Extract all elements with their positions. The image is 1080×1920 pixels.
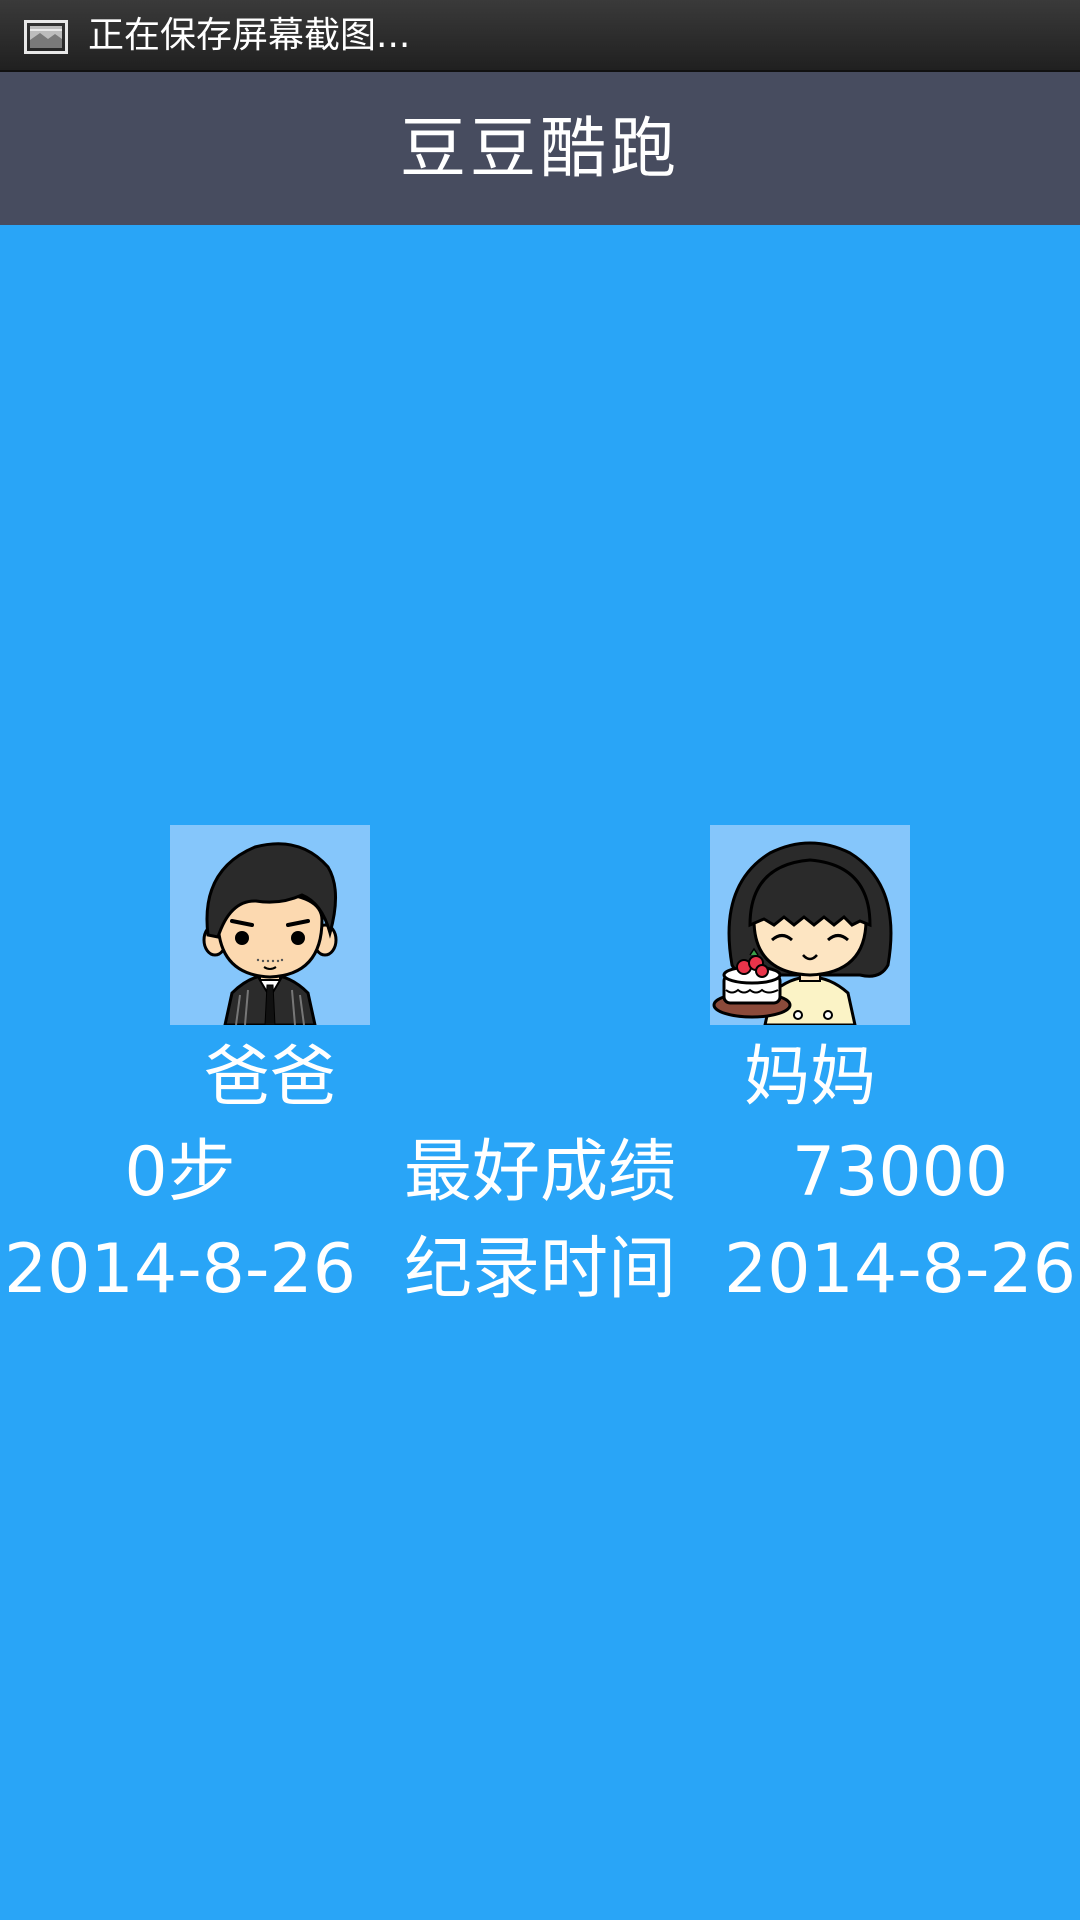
dad-best-score: 0步 [124,1133,236,1212]
best-score-label: 最好成绩 [403,1133,676,1212]
record-time-label: 纪录时间 [403,1230,676,1309]
status-notification-text: 正在保存屏幕截图... [88,15,411,56]
player-name-mom: 妈妈 [744,1038,876,1115]
status-bar: 正在保存屏幕截图... [0,0,1080,72]
mom-best-score: 73000 [791,1133,1009,1212]
dad-record-date: 2014-8-26 [4,1230,356,1309]
app-title: 豆豆酷跑 [400,110,680,187]
mom-record-date: 2014-8-26 [724,1230,1076,1309]
mom-avatar-image [712,841,893,1025]
app-screen: 正在保存屏幕截图... 豆豆酷跑 爸爸 妈妈 0步 最好成绩 73000 201… [0,0,1080,1920]
screenshot-icon [24,20,68,54]
dad-avatar[interactable] [170,825,370,1025]
title-bar: 豆豆酷跑 [0,72,1080,225]
player-name-dad: 爸爸 [204,1038,336,1115]
dad-avatar-image [202,842,338,1025]
mom-avatar[interactable] [710,825,910,1025]
